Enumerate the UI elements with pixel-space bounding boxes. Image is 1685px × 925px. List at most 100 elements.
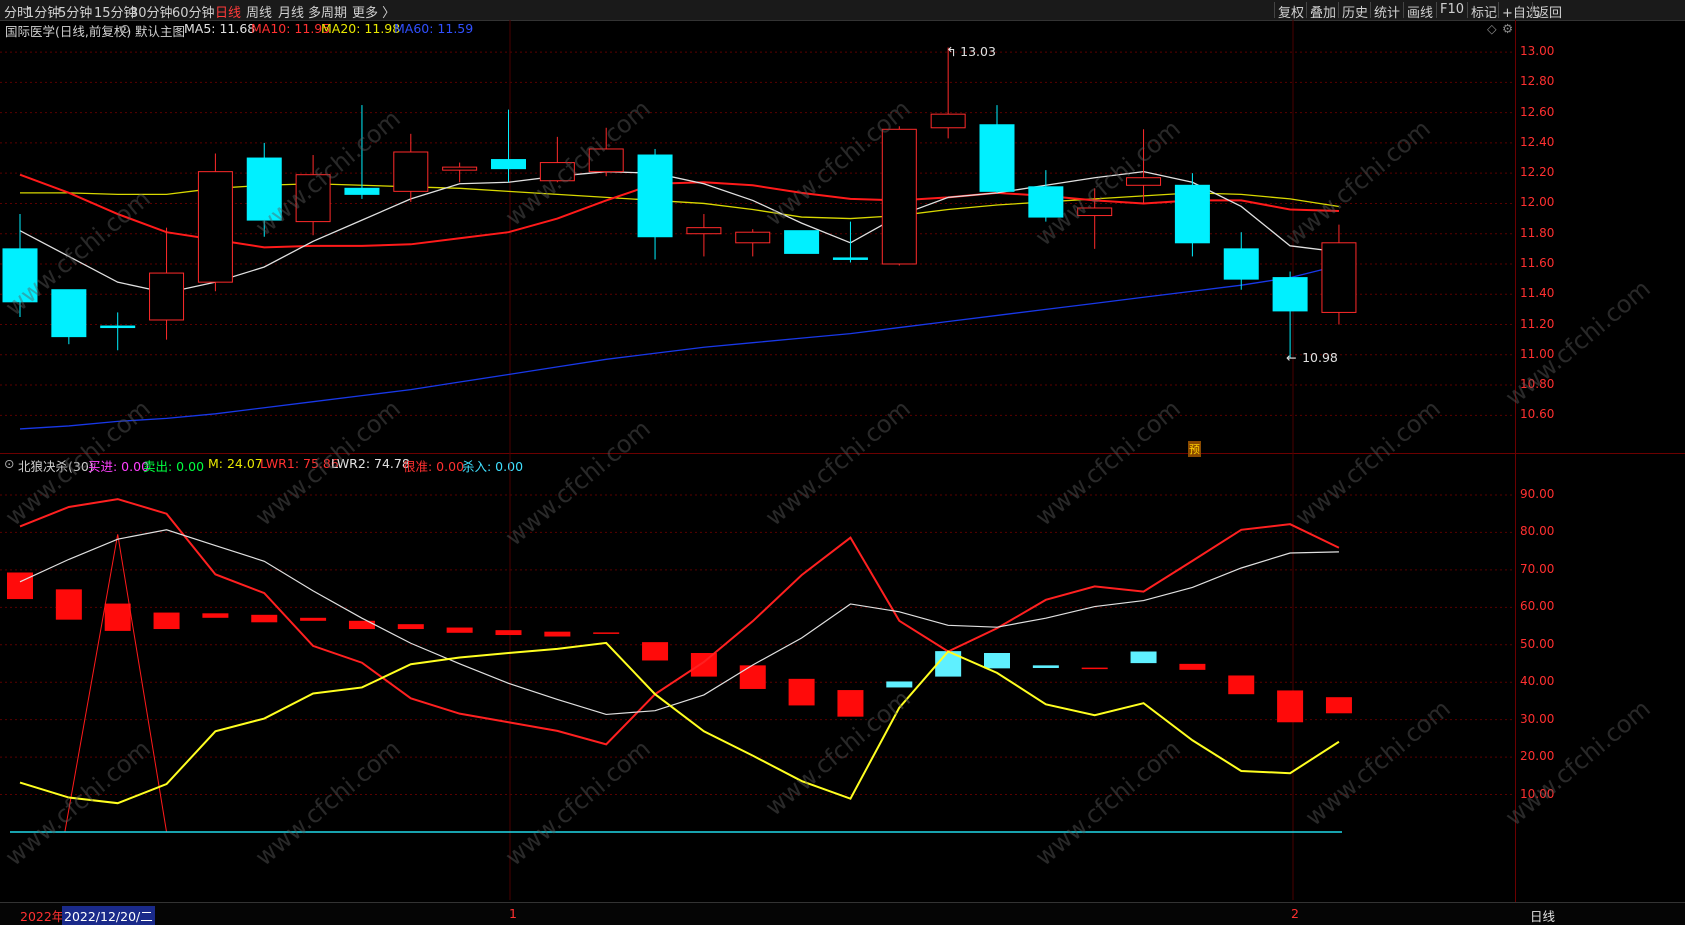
price-axis-border <box>1515 20 1516 924</box>
indicator-bar <box>55 589 82 620</box>
indicator-bar <box>984 653 1010 669</box>
toolbar-separator <box>1532 2 1533 18</box>
tool-button[interactable]: 历史 <box>1342 2 1368 21</box>
period-tab[interactable]: 5分钟 <box>58 2 92 21</box>
indicator-bar <box>446 627 473 633</box>
tool-button[interactable]: 统计 <box>1374 2 1400 21</box>
candle-body <box>1028 186 1064 218</box>
date-cursor-label: 2022/12/20/二 <box>62 906 155 925</box>
candle-body <box>832 257 868 260</box>
indicator-bar <box>348 620 375 630</box>
candle-body <box>539 162 575 182</box>
candle-body <box>100 325 136 329</box>
indicator-tick: 80.00 <box>1520 524 1555 539</box>
period-tab[interactable]: 60分钟 <box>172 2 215 21</box>
signal-spike <box>64 534 168 833</box>
indicator-bar <box>739 665 766 689</box>
period-tab[interactable]: 周线 <box>246 2 272 21</box>
candle-body <box>295 174 331 223</box>
tool-button[interactable]: 叠加 <box>1310 2 1336 21</box>
candle-body <box>1077 207 1113 217</box>
tool-button[interactable]: 返回 <box>1536 2 1562 21</box>
indicator-bar <box>1081 667 1108 670</box>
tool-button[interactable]: 复权 <box>1278 2 1304 21</box>
toolbar-separator <box>1498 2 1499 18</box>
candle-body <box>930 113 966 129</box>
low-price-label: 10.98 <box>1302 349 1338 365</box>
toolbar-separator <box>1403 2 1404 18</box>
high-price-label: 13.03 <box>960 43 996 59</box>
period-tab[interactable]: 日线 <box>215 2 241 21</box>
candle-body <box>1126 177 1162 186</box>
forecast-badge[interactable]: 预 <box>1188 441 1201 457</box>
indicator-bar <box>1130 651 1157 664</box>
candle-body <box>1223 248 1259 280</box>
indicator-bar <box>202 613 229 618</box>
price-tick: 11.40 <box>1520 286 1555 301</box>
indicator-tick: 10.00 <box>1520 786 1555 801</box>
candle-body <box>881 128 917 265</box>
candle-body <box>2 248 38 303</box>
indicator-bar <box>593 632 620 634</box>
grid-lines <box>0 20 1515 900</box>
toolbar-separator <box>1436 2 1437 18</box>
indicator-bar <box>642 642 669 661</box>
month-mark-2: 2 <box>1291 906 1299 921</box>
period-tab[interactable]: 更多 〉 <box>352 2 395 21</box>
period-tab[interactable]: 30分钟 <box>130 2 173 21</box>
price-tick: 13.00 <box>1520 44 1555 59</box>
price-tick: 11.60 <box>1520 255 1555 270</box>
indicator-bar <box>251 614 278 623</box>
tool-button[interactable]: 标记 <box>1471 2 1497 21</box>
indicator-bar <box>690 653 717 677</box>
toolbar-separator <box>1467 2 1468 18</box>
price-tick: 12.00 <box>1520 195 1555 210</box>
indicator-bar <box>1179 663 1206 670</box>
candle-body <box>344 187 380 195</box>
period-tab[interactable]: 多周期 <box>308 2 347 21</box>
indicator-bar <box>886 681 913 688</box>
low-arrow-icon: ← <box>1286 349 1297 365</box>
candle-body <box>1272 277 1308 312</box>
date-bar: 2022年 2022/12/20/二 1 2 日线 <box>0 902 1685 925</box>
year-label: 2022年 <box>20 909 65 924</box>
candle-body <box>735 231 771 244</box>
kline-chart[interactable] <box>0 20 1515 900</box>
tool-button[interactable]: +自选 <box>1502 2 1539 21</box>
period-toolbar: 分时 1分钟 5分钟 15分钟 30分钟 60分钟 日线 周线 月线 多周期 更多 〉 复权 叠加 历史… <box>0 0 1685 21</box>
price-tick: 12.40 <box>1520 134 1555 149</box>
indicator-bar <box>300 617 327 621</box>
tool-button[interactable]: F10 <box>1440 2 1464 17</box>
indicator-tick: 20.00 <box>1520 749 1555 764</box>
indicator-bar <box>495 630 522 636</box>
indicator-bar <box>837 690 864 717</box>
indicator-tick: 60.00 <box>1520 599 1555 614</box>
tool-button[interactable]: 画线 <box>1407 2 1433 21</box>
indicator-tick: 40.00 <box>1520 674 1555 689</box>
indicator-tick: 30.00 <box>1520 711 1555 726</box>
candle-body <box>246 157 282 221</box>
indicator-tick: 90.00 <box>1520 486 1555 501</box>
candle-body <box>491 159 526 170</box>
candle-body <box>51 289 87 338</box>
period-label[interactable]: 日线 <box>1530 906 1555 925</box>
indicator-tick: 70.00 <box>1520 561 1555 576</box>
candle-body <box>1174 184 1210 244</box>
indicator-bar <box>788 678 815 706</box>
indicator-tick: 50.00 <box>1520 636 1555 651</box>
month-mark-1: 1 <box>509 906 517 921</box>
price-tick: 12.60 <box>1520 104 1555 119</box>
indicator-bar <box>1032 665 1059 668</box>
period-tab[interactable]: 月线 <box>278 2 304 21</box>
candle-body <box>1321 242 1357 313</box>
candle-body <box>442 166 478 171</box>
indicator-bar <box>7 572 33 600</box>
candle-body <box>784 230 820 254</box>
ma60-line <box>19 264 1340 430</box>
indicator-bar <box>397 624 424 630</box>
indicator-plot <box>7 498 1352 833</box>
indicator-bar <box>153 612 180 630</box>
series-lwr1 <box>19 498 1340 746</box>
toolbar-separator <box>1274 2 1275 18</box>
period-tab[interactable]: 1分钟 <box>26 2 60 21</box>
